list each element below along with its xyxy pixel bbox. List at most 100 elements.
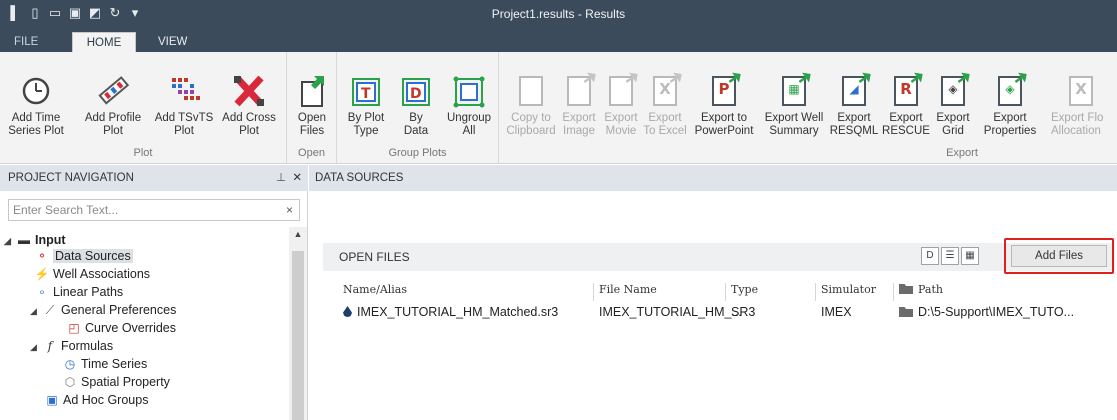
project-navigation-title: PROJECT NAVIGATION (8, 172, 134, 184)
well-summary-icon: ▦ (776, 74, 812, 108)
detail-view-icon[interactable]: ▦ (961, 247, 979, 265)
curve-overrides-icon: ◰ (68, 321, 80, 335)
export-well-summary-button[interactable]: ▦ Export Well Summary (761, 74, 827, 138)
ribbon-tab-row: FILE HOME VIEW (0, 28, 1117, 52)
column-header-name[interactable]: Name/Alias (343, 283, 407, 301)
export-resqml-button[interactable]: ◢ Export RESQML (827, 74, 881, 138)
export-movie-button[interactable]: Export Movie (601, 74, 641, 138)
open-group: Open Files Open (287, 52, 337, 163)
clock-icon (18, 74, 54, 108)
tab-file[interactable]: FILE (4, 32, 48, 52)
ungroup-all-button[interactable]: Ungroup All (443, 74, 495, 138)
profile-ruler-icon (95, 74, 131, 108)
open-group-label: Open (298, 147, 325, 159)
export-to-powerpoint-button[interactable]: P Export to PowerPoint (691, 74, 757, 138)
group-plots-group: T By Plot Type D By Data Ungroup All Gro… (337, 52, 499, 163)
tree-node-time-series[interactable]: ◷ Time Series (62, 355, 147, 373)
tab-view[interactable]: VIEW (148, 32, 197, 52)
grid-cube-icon: ◈ (935, 74, 971, 108)
tree-node-well-associations[interactable]: ⚡ Well Associations (34, 265, 151, 283)
excel-icon: X (647, 74, 683, 108)
resqml-icon: ◢ (836, 74, 872, 108)
export-image-button[interactable]: Export Image (559, 74, 599, 138)
export-properties-button[interactable]: ◈ Export Properties (977, 74, 1043, 138)
svg-text:D: D (410, 86, 422, 102)
row-name-cell: IMEX_TUTORIAL_HM_Matched.sr3 (343, 305, 558, 323)
ungroup-icon (451, 74, 487, 108)
tsvts-grid-icon (166, 74, 202, 108)
collapse-arrow-icon[interactable]: ◢ (4, 232, 16, 250)
clear-search-icon[interactable]: × (286, 200, 293, 220)
list-view-icon[interactable]: ☰ (941, 247, 959, 265)
tab-home[interactable]: HOME (72, 32, 136, 52)
collapse-arrow-icon[interactable]: ◢ (30, 338, 42, 356)
tree-node-data-sources[interactable]: ⚬ Data Sources (34, 247, 133, 265)
project-navigation-header: PROJECT NAVIGATION ⊥ ✕ (0, 165, 308, 191)
sr3-file-icon (343, 306, 352, 317)
group-by-plot-type-button[interactable]: T By Plot Type (343, 74, 389, 138)
add-profile-plot-button[interactable]: Add Profile Plot (76, 74, 150, 138)
tree-node-linear-paths[interactable]: ∘ Linear Paths (34, 283, 123, 301)
rescue-icon: R (888, 74, 924, 108)
data-sources-tab[interactable]: DATA SOURCES (309, 165, 1117, 191)
tree-scrollbar[interactable]: ▲ (289, 227, 307, 420)
export-image-icon (561, 74, 597, 108)
cross-plot-icon (231, 74, 267, 108)
view-mode-buttons: D ☰ ▦ (921, 247, 979, 265)
pin-icon[interactable]: ⊥ (276, 165, 286, 191)
export-grid-button[interactable]: ◈ Export Grid (933, 74, 973, 138)
export-group: Copy to Clipboard Export Image Export Mo… (499, 52, 1117, 163)
column-separator[interactable] (893, 283, 894, 301)
export-rescue-button[interactable]: R Export RESCUE (881, 74, 931, 138)
open-files-button[interactable]: Open Files (289, 74, 335, 138)
export-to-excel-button[interactable]: X Export To Excel (641, 74, 689, 138)
tree-node-curve-overrides[interactable]: ◰ Curve Overrides (66, 319, 176, 337)
column-header-simulator[interactable]: Simulator (821, 283, 876, 301)
tree-node-general-preferences[interactable]: ◢ ⟋ General Preferences (30, 301, 176, 319)
folder-icon (899, 284, 913, 294)
group-by-data-button[interactable]: D By Data (393, 74, 439, 138)
scrollbar-thumb[interactable] (292, 251, 304, 420)
search-input[interactable]: Enter Search Text... × (8, 199, 300, 221)
column-header-path[interactable]: Path (899, 283, 943, 301)
row-path-cell[interactable]: D:\5-Support\IMEX_TUTO... (899, 305, 1074, 323)
open-files-icon (294, 74, 330, 108)
collapse-arrow-icon[interactable]: ◢ (30, 302, 42, 320)
add-time-series-plot-button[interactable]: Add Time Series Plot (0, 74, 72, 138)
column-separator[interactable] (815, 283, 816, 301)
tree-node-formulas[interactable]: ◢ f Formulas (30, 337, 113, 355)
scroll-up-arrow-icon[interactable]: ▲ (289, 229, 307, 239)
window-title: Project1.results - Results (491, 7, 626, 21)
export-group-label: Export (946, 147, 978, 159)
column-header-type[interactable]: Type (731, 283, 758, 301)
wrench-icon: ⟋ (45, 303, 55, 317)
column-separator[interactable] (725, 283, 726, 301)
linear-paths-icon: ∘ (38, 285, 46, 299)
project-navigation-panel: PROJECT NAVIGATION ⊥ ✕ Enter Search Text… (0, 165, 308, 420)
properties-cube-icon: ◈ (992, 74, 1028, 108)
row-simulator-cell: IMEX (821, 305, 852, 319)
add-tsvts-plot-button[interactable]: Add TSvTS Plot (152, 74, 216, 138)
column-header-file-name[interactable]: File Name (599, 283, 657, 301)
close-panel-icon[interactable]: ✕ (292, 165, 302, 191)
column-separator[interactable] (593, 283, 594, 301)
plot-group: Add Time Series Plot Add Profile Plot Ad… (0, 52, 287, 163)
tree-node-ad-hoc-groups[interactable]: ▣ Ad Hoc Groups (44, 391, 148, 409)
copy-to-clipboard-button[interactable]: Copy to Clipboard (505, 74, 557, 138)
export-flow-allocation-button[interactable]: X Export Flo Allocation (1047, 74, 1117, 138)
ribbon: Add Time Series Plot Add Profile Plot Ad… (0, 52, 1117, 164)
export-movie-icon (603, 74, 639, 108)
clock-icon: ◷ (64, 357, 76, 371)
group-by-type-icon: T (348, 74, 384, 108)
open-files-title: OPEN FILES (339, 250, 410, 264)
clipboard-icon (513, 74, 549, 108)
folder-icon: ▬ (18, 233, 30, 247)
svg-text:T: T (361, 86, 371, 102)
single-view-icon[interactable]: D (921, 247, 939, 265)
powerpoint-icon: P (706, 74, 742, 108)
add-cross-plot-button[interactable]: Add Cross Plot (214, 74, 284, 138)
folder-icon[interactable] (899, 307, 913, 317)
tree-node-spatial-property[interactable]: ⬡ Spatial Property (62, 373, 170, 391)
add-files-button[interactable]: Add Files (1011, 245, 1107, 267)
navigation-tree: ◢ ▬ Input ⚬ Data Sources ⚡ Well Associations… (0, 227, 290, 420)
